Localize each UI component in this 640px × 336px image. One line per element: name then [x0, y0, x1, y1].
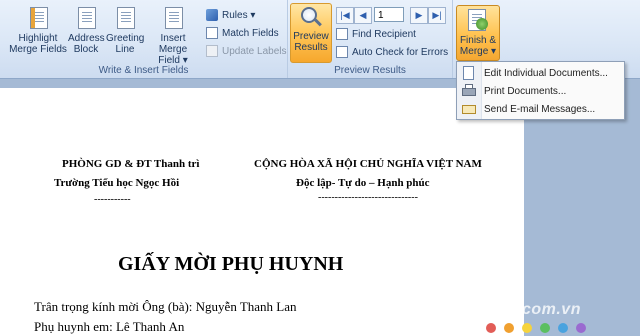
edit-document-icon [462, 66, 476, 80]
record-number-input[interactable]: 1 [374, 7, 404, 22]
address-block-button[interactable]: Address Block [68, 4, 105, 55]
menu-item-edit-individual-label: Edit Individual Documents... [484, 67, 608, 79]
dot-3 [522, 323, 532, 333]
address-block-icon [76, 6, 96, 30]
insert-merge-field-label: Insert Merge Field ▾ [158, 33, 188, 66]
greeting-line-icon [115, 6, 135, 30]
auto-check-label: Auto Check for Errors [352, 46, 449, 58]
invitation-line: Trân trọng kính mời Ông (bà): Nguyễn Tha… [34, 299, 297, 314]
menu-item-print-documents-label: Print Documents... [484, 85, 567, 97]
match-fields-label: Match Fields [222, 27, 279, 39]
dot-2 [504, 323, 514, 333]
magnifier-icon [300, 6, 322, 28]
menu-item-print-documents[interactable]: Print Documents... [457, 82, 624, 100]
dot-1 [486, 323, 496, 333]
preview-group-label: Preview Results [334, 65, 406, 76]
dot-5 [558, 323, 568, 333]
auto-check-errors-button[interactable]: Auto Check for Errors [336, 44, 448, 60]
last-record-button[interactable]: ▶| [428, 7, 446, 24]
highlight-fields-icon [28, 6, 48, 30]
menu-item-send-email-label: Send E-mail Messages... [484, 103, 596, 115]
left-header-line-2: Trường Tiểu học Ngọc Hồi [54, 177, 180, 189]
rules-icon [206, 9, 218, 21]
parent-of-line: Phụ huynh em: Lê Thanh An [34, 319, 185, 334]
menu-item-edit-individual[interactable]: Edit Individual Documents... [457, 64, 624, 82]
left-header-rule: ----------- [94, 194, 131, 205]
watermark-text: Download [384, 290, 517, 320]
find-recipient-button[interactable]: Find Recipient [336, 26, 416, 42]
finish-merge-button[interactable]: Finish & Merge ▾ [456, 5, 500, 61]
rules-label: Rules ▾ [222, 9, 256, 21]
greeting-line-label: Greeting Line [106, 33, 145, 55]
right-header-line-1: CỘNG HÒA XÃ HỘI CHỦ NGHĨA VIỆT NAM [254, 158, 482, 170]
find-recipient-label: Find Recipient [352, 28, 416, 40]
auto-check-icon [336, 46, 348, 58]
address-block-label: Address Block [68, 33, 105, 55]
match-fields-button[interactable]: Match Fields [206, 25, 279, 41]
rules-button[interactable]: Rules ▾ [206, 7, 255, 23]
update-labels-icon [206, 45, 218, 57]
match-fields-icon [206, 27, 218, 39]
update-labels-button[interactable]: Update Labels [206, 43, 287, 59]
write-insert-fields-group: Highlight Merge Fields Address Block Gre… [0, 0, 288, 78]
finish-merge-icon [468, 8, 488, 32]
highlight-merge-fields-button[interactable]: Highlight Merge Fields [8, 4, 68, 55]
insert-merge-field-button[interactable]: Insert Merge Field ▾ [146, 4, 200, 66]
finish-merge-dropdown: Edit Individual Documents... Print Docum… [456, 61, 625, 120]
right-header-line-2: Độc lập- Tự do – Hạnh phúc [296, 177, 430, 189]
previous-record-button[interactable]: ◀ [354, 7, 372, 24]
greeting-line-button[interactable]: Greeting Line [106, 4, 144, 55]
dot-4 [540, 323, 550, 333]
watermark-suffix: .com.vn [517, 301, 581, 318]
watermark-dots [486, 323, 586, 333]
finish-merge-label: Finish & Merge ▾ [459, 35, 497, 57]
preview-results-group: Preview Results |◀ ◀ 1 ▶ ▶| Find Recipie… [288, 0, 453, 78]
next-record-button[interactable]: ▶ [410, 7, 428, 24]
write-insert-group-label: Write & Insert Fields [98, 65, 189, 76]
first-record-button[interactable]: |◀ [336, 7, 354, 24]
document-title: GIẤY MỜI PHỤ HUYNH [118, 253, 344, 275]
insert-merge-field-icon [163, 6, 183, 30]
download-watermark: Download.com.vn [384, 290, 581, 321]
printer-icon [462, 84, 476, 98]
email-icon [462, 102, 476, 116]
left-header-line-1: PHÒNG GD & ĐT Thanh trì [62, 158, 200, 170]
find-recipient-icon [336, 28, 348, 40]
menu-item-send-email[interactable]: Send E-mail Messages... [457, 100, 624, 118]
update-labels-label: Update Labels [222, 45, 287, 57]
preview-results-label: Preview Results [293, 31, 329, 53]
preview-results-button[interactable]: Preview Results [290, 3, 332, 63]
highlight-merge-fields-label: Highlight Merge Fields [9, 33, 67, 55]
dot-6 [576, 323, 586, 333]
right-header-rule: ------------------------------ [318, 192, 418, 203]
